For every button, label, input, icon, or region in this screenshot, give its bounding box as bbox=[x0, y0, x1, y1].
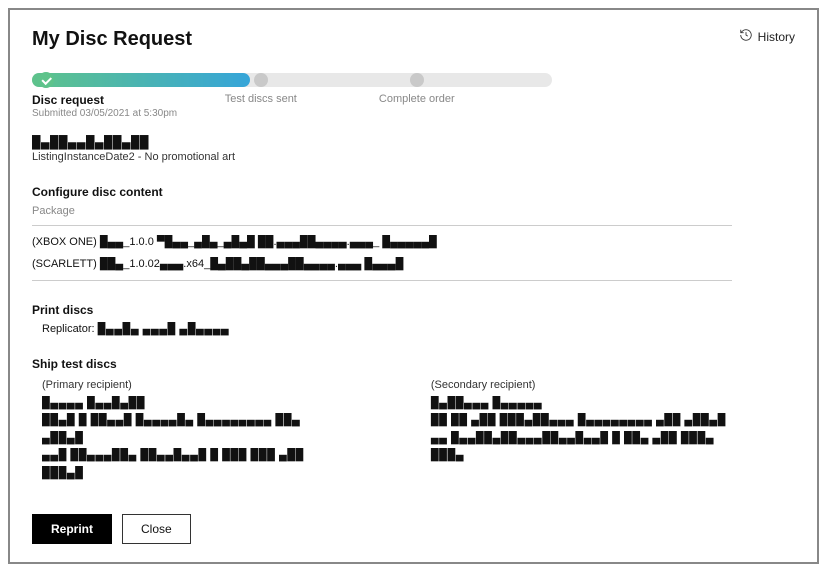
progress-bar: Disc request Submitted 03/05/2021 at 5:3… bbox=[32, 73, 552, 121]
progress-step-1-sub: Submitted 03/05/2021 at 5:30pm bbox=[32, 108, 177, 119]
progress-track bbox=[32, 73, 552, 87]
primary-label: (Primary recipient) bbox=[42, 377, 331, 395]
divider bbox=[32, 225, 732, 226]
replicator-row: Replicator: █▄▄█▄ ▄▄▄█ ▄█▄▄▄▄ bbox=[42, 323, 732, 335]
progress-step-1-dot bbox=[38, 72, 54, 88]
package-row-1: (XBOX ONE) █▄▄_1.0.0 ▀█▄▄_▄█▄_▄█▄█ ██.▄▄… bbox=[32, 236, 732, 248]
primary-address: ██▄█ █ ██▄▄█ █▄▄▄▄█▄ █▄▄▄▄▄▄▄▄ ██▄ ▄██▄█ bbox=[42, 412, 331, 447]
package-row-2: (SCARLETT) ██▄_1.0.02▄▄▄.x64_█▄██▄██▄▄▄█… bbox=[32, 258, 732, 270]
recipients: (Primary recipient) █▄▄▄▄ █▄▄█▄██ ██▄█ █… bbox=[42, 377, 732, 483]
progress-labels: Disc request Submitted 03/05/2021 at 5:3… bbox=[32, 93, 552, 121]
history-icon bbox=[739, 28, 753, 45]
history-link[interactable]: History bbox=[739, 28, 795, 45]
progress-step-2-label: Test discs sent bbox=[225, 93, 297, 105]
primary-contact: ▄▄█ ██▄▄▄██▄ ██▄▄█▄▄█ █ ███ ███ ▄██ ███▄… bbox=[42, 447, 331, 482]
primary-name: █▄▄▄▄ █▄▄█▄██ bbox=[42, 395, 331, 413]
ship-title: Ship test discs bbox=[32, 357, 732, 371]
progress-step-3-dot bbox=[410, 73, 424, 87]
secondary-name: █▄██▄▄▄ █▄▄▄▄▄ bbox=[431, 395, 732, 413]
divider bbox=[32, 280, 732, 281]
header: My Disc Request History bbox=[32, 28, 795, 51]
reprint-button[interactable]: Reprint bbox=[32, 514, 112, 544]
history-label: History bbox=[758, 30, 795, 44]
listing-line: ListingInstanceDate2 - No promotional ar… bbox=[32, 151, 732, 163]
replicator-value: █▄▄█▄ ▄▄▄█ ▄█▄▄▄▄ bbox=[98, 323, 230, 335]
product-name: █▄██▄▄█▄██▄██ bbox=[32, 135, 732, 149]
primary-recipient: (Primary recipient) █▄▄▄▄ █▄▄█▄██ ██▄█ █… bbox=[42, 377, 331, 483]
close-button[interactable]: Close bbox=[122, 514, 191, 544]
secondary-address: ██ ██ ▄██ ███▄██▄▄▄ █▄▄▄▄▄▄▄▄ ▄██ ▄██▄█ bbox=[431, 412, 732, 430]
modal-frame: My Disc Request History Disc request Sub… bbox=[8, 8, 819, 564]
content: █▄██▄▄█▄██▄██ ListingInstanceDate2 - No … bbox=[32, 135, 732, 483]
secondary-recipient: (Secondary recipient) █▄██▄▄▄ █▄▄▄▄▄ ██ … bbox=[431, 377, 732, 483]
progress-fill bbox=[32, 73, 250, 87]
secondary-label: (Secondary recipient) bbox=[431, 377, 732, 395]
footer: Reprint Close bbox=[32, 514, 191, 544]
progress-step-3-label: Complete order bbox=[379, 93, 455, 105]
configure-title: Configure disc content bbox=[32, 185, 732, 199]
progress-step-1-label: Disc request bbox=[32, 93, 104, 107]
print-title: Print discs bbox=[32, 303, 732, 317]
replicator-label: Replicator: bbox=[42, 323, 95, 335]
page-title: My Disc Request bbox=[32, 28, 192, 51]
package-label: Package bbox=[32, 205, 732, 217]
secondary-contact: ▄▄ █▄▄██▄██▄▄▄██▄▄█▄▄█ █ ██▄ ▄██ ███▄ ██… bbox=[431, 430, 732, 465]
progress-step-2-dot bbox=[254, 73, 268, 87]
